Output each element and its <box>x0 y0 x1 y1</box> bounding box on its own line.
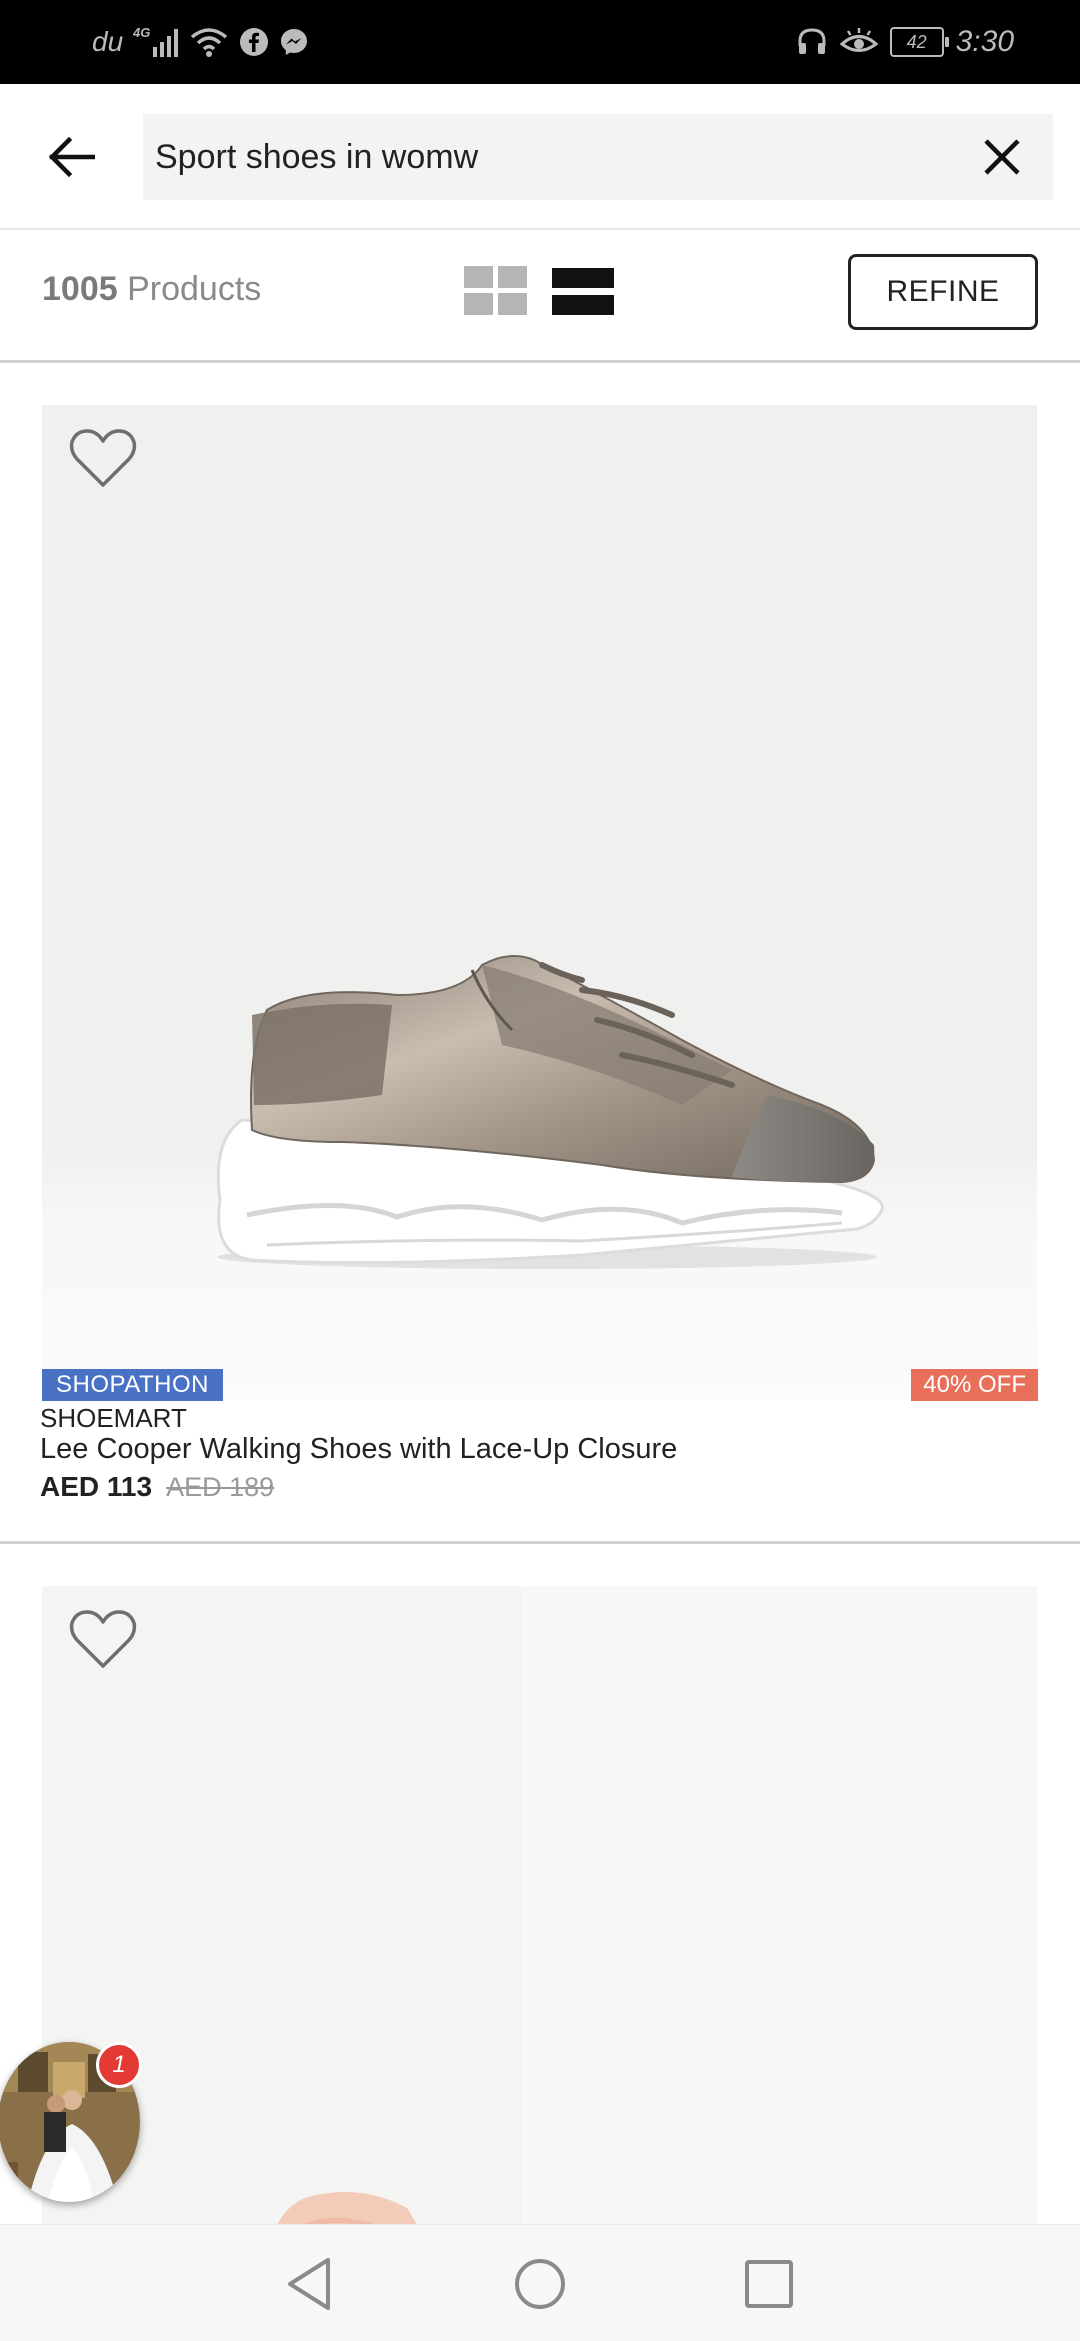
original-price: AED 189 <box>166 1472 275 1502</box>
status-right-group: 42 3:30 <box>796 20 1014 64</box>
search-box <box>143 114 1053 200</box>
clear-search-button[interactable] <box>969 124 1035 190</box>
network-type-label: 4G <box>133 25 150 40</box>
nav-back-button[interactable] <box>274 2249 344 2319</box>
nav-recents-icon <box>745 2260 793 2308</box>
battery-level: 42 <box>906 31 927 52</box>
product-count-number: 1005 <box>42 270 118 308</box>
metallic-sneaker-image <box>216 955 884 1269</box>
product-card[interactable] <box>0 1544 1080 2266</box>
discount-badge: 40% OFF <box>911 1369 1038 1401</box>
clock-time: 3:30 <box>955 25 1014 58</box>
current-price: AED 113 <box>40 1471 153 1502</box>
close-icon <box>984 139 1020 175</box>
search-input[interactable] <box>155 114 955 200</box>
list-view-icon <box>552 268 614 315</box>
heart-outline-icon <box>69 1610 137 1668</box>
wifi-icon <box>189 26 229 58</box>
signal-icon: 4G <box>133 25 179 59</box>
promo-badge: SHOPATHON <box>42 1369 223 1401</box>
product-count: 1005 Products <box>42 270 261 309</box>
search-header <box>0 84 1080 230</box>
status-left-group: du 4G <box>92 20 309 64</box>
grid-view-icon <box>464 266 527 315</box>
headset-icon <box>796 26 828 58</box>
refine-button[interactable]: REFINE <box>848 254 1038 330</box>
nav-home-button[interactable] <box>505 2249 575 2319</box>
wishlist-button[interactable] <box>68 1608 138 1672</box>
product-image[interactable] <box>42 1586 1037 2266</box>
arrow-left-icon <box>48 137 95 177</box>
wishlist-button[interactable] <box>68 427 138 491</box>
grid-view-button[interactable] <box>464 266 528 318</box>
pink-sneaker-image <box>267 1586 1037 2266</box>
heart-outline-icon <box>69 429 137 487</box>
status-bar: du 4G 42 3:30 <box>0 0 1080 84</box>
navigation-bar <box>0 2224 1080 2341</box>
product-image[interactable] <box>42 405 1037 1400</box>
facebook-icon <box>239 27 269 57</box>
nav-back-icon <box>288 2258 330 2310</box>
product-brand: SHOEMART <box>40 1403 187 1433</box>
nav-home-icon <box>515 2259 565 2309</box>
results-bar: 1005 Products REFINE <box>0 230 1080 363</box>
messenger-icon <box>279 27 309 57</box>
battery-icon: 42 <box>889 27 949 57</box>
carrier-label: du <box>92 26 124 57</box>
nav-recents-button[interactable] <box>734 2249 804 2319</box>
back-button[interactable] <box>36 122 106 192</box>
product-card[interactable]: SHOPATHON 40% OFF SHOEMART Lee Cooper Wa… <box>0 363 1080 1544</box>
price-row: AED 113 AED 189 <box>40 1471 274 1503</box>
list-view-button[interactable] <box>552 268 614 318</box>
product-count-label: Products <box>127 270 262 308</box>
eye-comfort-icon <box>839 27 878 57</box>
chat-notification-badge: 1 <box>96 2042 142 2088</box>
chat-head[interactable]: 1 <box>0 2042 142 2202</box>
product-title[interactable]: Lee Cooper Walking Shoes with Lace-Up Cl… <box>40 1433 677 1466</box>
